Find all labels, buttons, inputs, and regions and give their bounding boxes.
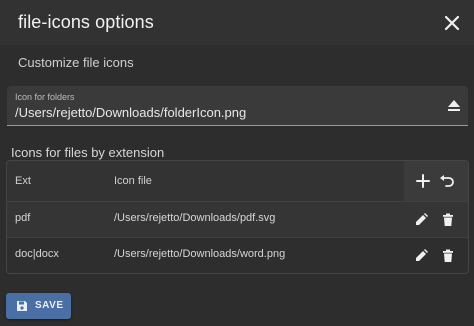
table-row: pdf /Users/rejetto/Downloads/pdf.svg (7, 202, 468, 238)
column-header-icon-file: Icon file (114, 175, 152, 187)
delete-row-button[interactable] (439, 247, 457, 265)
save-button[interactable]: SAVE (6, 293, 71, 319)
header-actions (404, 161, 468, 201)
plus-icon (416, 174, 430, 188)
table-header: Ext Icon file (7, 161, 468, 202)
file-icons-options-dialog: file-icons options Customize file icons … (0, 0, 474, 326)
dialog-subtitle: Customize file icons (18, 55, 134, 70)
close-icon (444, 15, 460, 31)
column-header-ext: Ext (15, 175, 31, 187)
extensions-table: Ext Icon file pdf /Users/rejetto/Downloa… (6, 160, 469, 274)
row-ext: doc|docx (15, 248, 59, 260)
add-row-button[interactable] (414, 172, 432, 190)
row-icon-file: /Users/rejetto/Downloads/word.png (114, 248, 286, 260)
delete-row-button[interactable] (439, 211, 457, 229)
edit-row-button[interactable] (412, 247, 430, 265)
table-row: doc|docx /Users/rejetto/Downloads/word.p… (7, 238, 468, 273)
trash-icon (443, 213, 453, 226)
floppy-icon (17, 301, 27, 311)
eject-button[interactable] (447, 99, 461, 113)
eject-icon (448, 100, 460, 111)
pencil-icon (416, 213, 428, 225)
extensions-section-label: Icons for files by extension (11, 145, 165, 160)
close-button[interactable] (440, 11, 464, 35)
folder-icon-value[interactable]: /Users/rejetto/Downloads/folderIcon.png (15, 105, 246, 120)
save-button-label: SAVE (35, 300, 64, 311)
dialog-title-bar: file-icons options (0, 0, 474, 45)
row-icon-file: /Users/rejetto/Downloads/pdf.svg (114, 212, 276, 224)
folder-icon-label: Icon for folders (15, 92, 75, 102)
edit-row-button[interactable] (412, 211, 430, 229)
trash-icon (443, 249, 453, 262)
pencil-icon (416, 249, 428, 261)
undo-button[interactable] (438, 172, 456, 190)
folder-icon-field[interactable]: Icon for folders /Users/rejetto/Download… (7, 86, 468, 126)
undo-icon (440, 175, 454, 187)
dialog-title: file-icons options (18, 12, 154, 32)
row-ext: pdf (15, 212, 31, 224)
